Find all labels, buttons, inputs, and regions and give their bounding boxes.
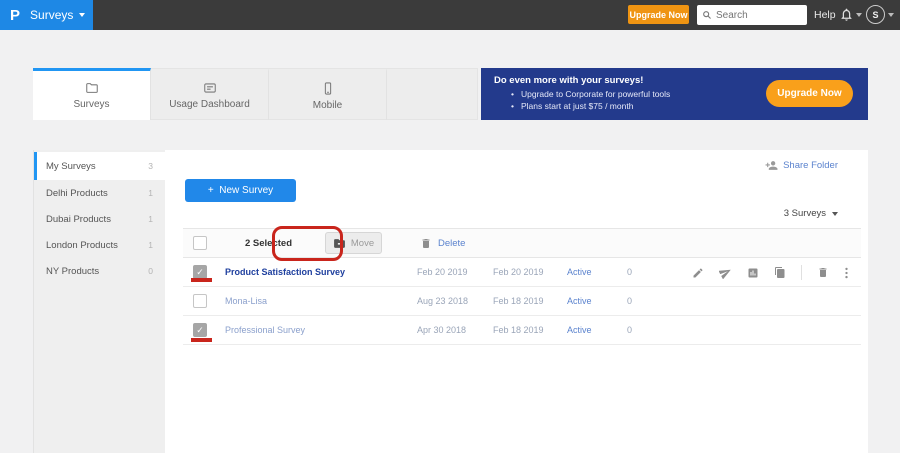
annotation-underline-row3-checkbox bbox=[191, 338, 212, 342]
banner-bullet: Upgrade to Corporate for powerful tools bbox=[511, 89, 670, 99]
folder-label: NY Products bbox=[46, 266, 99, 277]
created-date: Apr 30 2018 bbox=[409, 325, 485, 335]
modified-date: Feb 18 2019 bbox=[485, 325, 559, 335]
tab-mobile[interactable]: Mobile bbox=[269, 68, 387, 120]
folder-count: 1 bbox=[148, 240, 153, 250]
page: P Surveys Upgrade Now Help S Surveys Usa… bbox=[0, 0, 900, 453]
divider bbox=[801, 265, 802, 280]
promo-banner: Do even more with your surveys! Upgrade … bbox=[481, 68, 868, 120]
new-survey-button[interactable]: + New Survey bbox=[185, 179, 296, 202]
table-row: Mona-Lisa Aug 23 2018 Feb 18 2019 Active… bbox=[183, 287, 861, 316]
notifications-bell-icon[interactable] bbox=[839, 7, 854, 27]
row-checkbox[interactable]: ✓ bbox=[193, 265, 207, 279]
banner-title: Do even more with your surveys! bbox=[494, 75, 643, 86]
send-icon[interactable] bbox=[719, 266, 732, 279]
upgrade-now-button[interactable]: Upgrade Now bbox=[628, 5, 689, 24]
row-checkbox[interactable] bbox=[193, 294, 207, 308]
status-link[interactable]: Active bbox=[559, 267, 619, 277]
search-icon bbox=[702, 10, 712, 20]
trash-icon bbox=[420, 237, 432, 250]
folder-label: Delhi Products bbox=[46, 188, 108, 199]
folder-count: 0 bbox=[148, 266, 153, 276]
top-bar: P Surveys Upgrade Now Help S bbox=[0, 0, 900, 30]
table-row: ✓ Product Satisfaction Survey Feb 20 201… bbox=[183, 258, 861, 287]
help-link[interactable]: Help bbox=[814, 0, 836, 30]
chevron-down-icon bbox=[832, 212, 838, 216]
new-survey-label: New Survey bbox=[219, 185, 273, 196]
modified-date: Feb 18 2019 bbox=[485, 296, 559, 306]
folder-icon bbox=[84, 81, 100, 95]
sidebar-item-delhi-products[interactable]: Delhi Products 1 bbox=[34, 180, 165, 206]
brand-logo-icon: P bbox=[10, 7, 20, 24]
move-button[interactable]: Move bbox=[325, 232, 382, 254]
person-add-icon bbox=[765, 159, 778, 172]
trash-icon[interactable] bbox=[817, 266, 829, 279]
search-input[interactable] bbox=[716, 10, 802, 21]
folder-move-icon bbox=[333, 237, 346, 250]
select-all-checkbox[interactable] bbox=[193, 236, 207, 250]
status-link[interactable]: Active bbox=[559, 296, 619, 306]
created-date: Feb 20 2019 bbox=[409, 267, 485, 277]
sidebar-item-ny-products[interactable]: NY Products 0 bbox=[34, 258, 165, 284]
surveys-table: 2 Selected Move Delete ✓ Product Satisfa… bbox=[183, 228, 861, 345]
selected-count-label: 2 Selected bbox=[245, 238, 292, 249]
annotation-underline-row1-checkbox bbox=[191, 278, 212, 282]
folder-count: 1 bbox=[148, 188, 153, 198]
sidebar-item-dubai-products[interactable]: Dubai Products 1 bbox=[34, 206, 165, 232]
user-avatar[interactable]: S bbox=[866, 5, 885, 24]
responses-count: 0 bbox=[619, 325, 675, 335]
folder-label: Dubai Products bbox=[46, 214, 111, 225]
share-folder-link[interactable]: Share Folder bbox=[765, 159, 838, 172]
survey-title-link[interactable]: Mona-Lisa bbox=[217, 296, 409, 306]
survey-title-link[interactable]: Product Satisfaction Survey bbox=[217, 267, 409, 277]
folder-count: 1 bbox=[148, 214, 153, 224]
sidebar-item-my-surveys[interactable]: My Surveys 3 bbox=[34, 152, 165, 180]
plus-icon: + bbox=[208, 185, 214, 196]
copy-icon[interactable] bbox=[774, 266, 786, 279]
more-options-icon[interactable] bbox=[844, 266, 849, 280]
chevron-down-icon bbox=[79, 13, 85, 17]
move-label: Move bbox=[351, 238, 374, 249]
responses-count: 0 bbox=[619, 296, 675, 306]
status-link[interactable]: Active bbox=[559, 325, 619, 335]
delete-button[interactable]: Delete bbox=[420, 237, 465, 250]
product-menu[interactable]: P Surveys bbox=[0, 0, 93, 30]
sidebar-item-london-products[interactable]: London Products 1 bbox=[34, 232, 165, 258]
delete-label: Delete bbox=[438, 238, 465, 249]
survey-title-link[interactable]: Professional Survey bbox=[217, 325, 409, 335]
banner-bullet: Plans start at just $75 / month bbox=[511, 101, 633, 111]
folder-count: 3 bbox=[148, 161, 153, 171]
tab-label: Surveys bbox=[73, 99, 109, 110]
chevron-down-icon bbox=[888, 13, 894, 17]
row-checkbox[interactable]: ✓ bbox=[193, 323, 207, 337]
reports-chart-icon[interactable] bbox=[747, 267, 759, 279]
tab-label: Mobile bbox=[313, 100, 342, 111]
surveys-count-dropdown[interactable]: 3 Surveys bbox=[784, 208, 838, 219]
modified-date: Feb 20 2019 bbox=[485, 267, 559, 277]
created-date: Aug 23 2018 bbox=[409, 296, 485, 306]
tab-surveys[interactable]: Surveys bbox=[33, 68, 151, 120]
search-box bbox=[697, 5, 807, 25]
edit-pencil-icon[interactable] bbox=[692, 267, 704, 279]
banner-upgrade-button[interactable]: Upgrade Now bbox=[766, 80, 853, 107]
folder-label: My Surveys bbox=[46, 161, 96, 172]
product-menu-label: Surveys bbox=[30, 8, 73, 22]
dashboard-icon bbox=[202, 81, 218, 95]
folder-label: London Products bbox=[46, 240, 118, 251]
tab-strip: Surveys Usage Dashboard Mobile bbox=[33, 68, 478, 120]
mobile-icon bbox=[321, 81, 335, 96]
surveys-count-label: 3 Surveys bbox=[784, 208, 826, 219]
chevron-down-icon bbox=[856, 13, 862, 17]
main-content: Share Folder + New Survey 3 Surveys 2 Se… bbox=[165, 150, 868, 453]
share-folder-label: Share Folder bbox=[783, 160, 838, 171]
row-actions bbox=[692, 258, 849, 287]
selection-toolbar: 2 Selected Move Delete bbox=[183, 228, 861, 258]
tab-usage-dashboard[interactable]: Usage Dashboard bbox=[151, 68, 269, 120]
responses-count: 0 bbox=[619, 267, 675, 277]
folders-sidebar: My Surveys 3 Delhi Products 1 Dubai Prod… bbox=[33, 150, 165, 453]
tab-label: Usage Dashboard bbox=[169, 99, 250, 110]
table-row: ✓ Professional Survey Apr 30 2018 Feb 18… bbox=[183, 316, 861, 345]
